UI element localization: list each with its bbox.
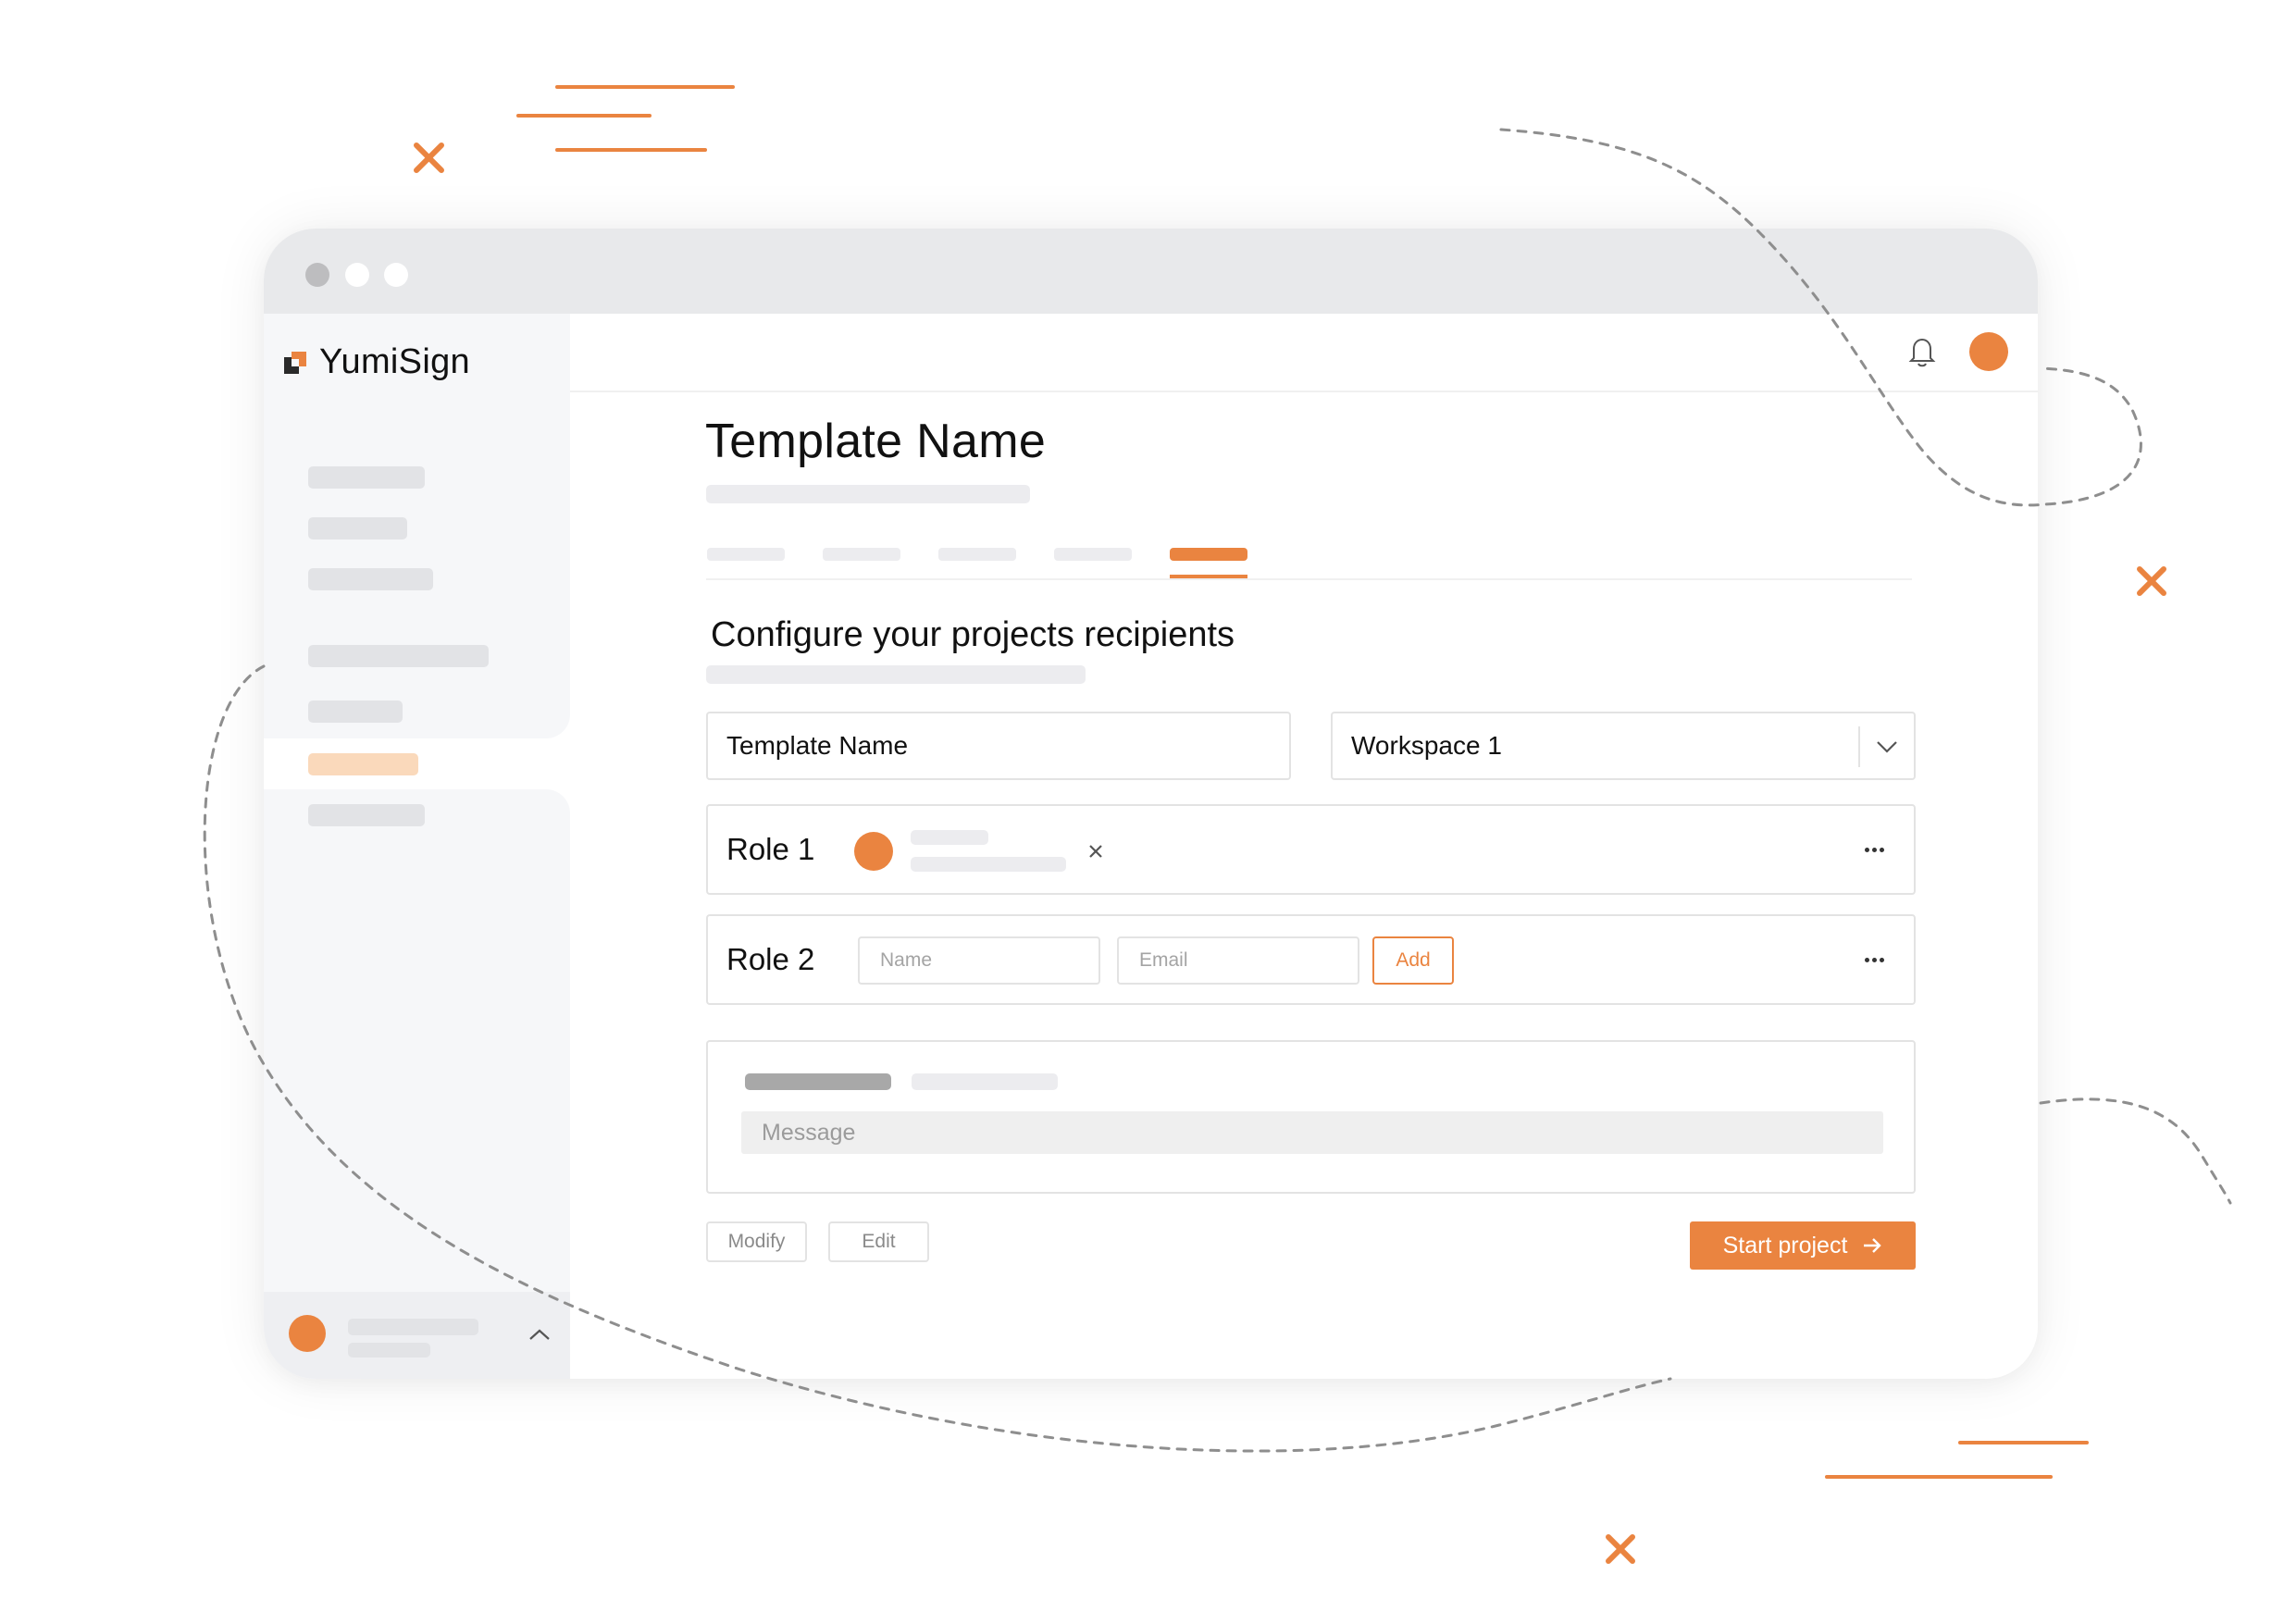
dashed-curve-decoration	[203, 128, 2232, 1453]
